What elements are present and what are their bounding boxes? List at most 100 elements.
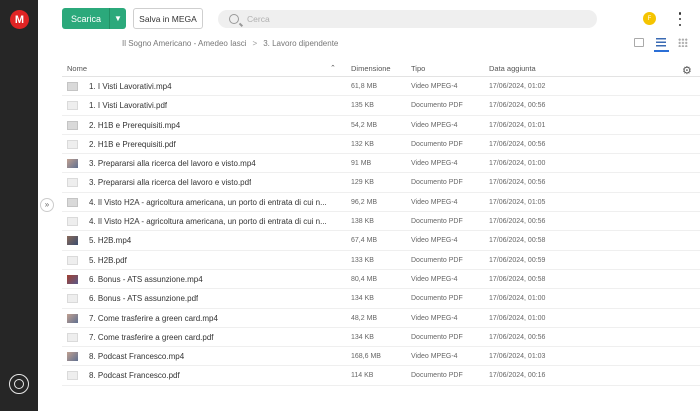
video-thumbnail-icon	[67, 159, 78, 169]
file-date: 17/06/2024, 01:00	[489, 160, 546, 168]
column-header-name[interactable]: Nome	[67, 64, 87, 73]
table-row[interactable]: 1. I Visti Lavorativi.pdf 135 KB Documento…	[62, 96, 700, 116]
video-thumbnail-icon	[67, 313, 78, 323]
file-type: Documento PDF	[411, 333, 463, 341]
file-type: Video MPEG-4	[411, 237, 458, 245]
file-name: 1. I Visti Lavorativi.pdf	[89, 101, 168, 111]
file-date: 17/06/2024, 00:16	[489, 372, 546, 380]
file-date: 17/06/2024, 01:00	[489, 314, 546, 322]
save-to-mega-button[interactable]: Salva in MEGA	[133, 8, 203, 29]
table-row[interactable]: 8. Podcast Francesco.mp4 168,6 MB Video MP…	[62, 347, 700, 367]
table-row[interactable]: 7. Come trasferire a green card.pdf 134 K…	[62, 328, 700, 348]
view-switcher	[634, 38, 688, 47]
table-body: 1. I Visti Lavorativi.mp4 61,8 MB Video MP…	[62, 77, 700, 386]
table-row[interactable]: 8. Podcast Francesco.pdf 114 KB Documento …	[62, 366, 700, 386]
file-date: 17/06/2024, 00:56	[489, 218, 546, 226]
file-date: 17/06/2024, 00:58	[489, 237, 546, 245]
breadcrumb-item-root[interactable]: Il Sogno Americano - Amedeo Iasci	[122, 39, 247, 48]
sort-ascending-icon[interactable]: ⌃	[330, 64, 336, 72]
file-type: Video MPEG-4	[411, 160, 458, 168]
file-name: 2. H1B e Prerequisiti.mp4	[89, 120, 181, 130]
table-row[interactable]: 2. H1B e Prerequisiti.mp4 54,2 MB Video MP…	[62, 116, 700, 135]
file-name: 5. H2B.mp4	[89, 236, 132, 246]
table-row[interactable]: 4. Il Visto H2A - agricoltura americana,…	[62, 212, 700, 232]
file-type: Video MPEG-4	[411, 353, 458, 361]
table-row[interactable]: 6. Bonus - ATS assunzione.mp4 80,4 MB Vide…	[62, 270, 700, 290]
file-size: 61,8 MB	[351, 83, 378, 90]
file-type: Video MPEG-4	[411, 121, 458, 129]
file-date: 17/06/2024, 00:56	[489, 179, 546, 187]
file-name: 6. Bonus - ATS assunzione.pdf	[89, 294, 199, 304]
table-header: Nome ⌃ Dimensione Tipo Data aggiunta ⚙	[62, 59, 700, 77]
file-type: Video MPEG-4	[411, 275, 458, 283]
video-thumbnail-icon	[67, 197, 78, 207]
file-type: Video MPEG-4	[411, 198, 458, 206]
pdf-thumbnail-icon	[67, 371, 78, 381]
file-name: 5. H2B.pdf	[89, 255, 127, 265]
file-size: 48,2 MB	[351, 314, 378, 322]
file-type: Video MPEG-4	[411, 314, 458, 322]
file-name: 7. Come trasferire a green card.mp4	[89, 313, 218, 323]
column-header-type[interactable]: Tipo	[411, 64, 425, 73]
pdf-thumbnail-icon	[67, 255, 78, 265]
left-rail: M	[0, 0, 38, 411]
file-size: 80,4 MB	[351, 275, 378, 283]
file-name: 7. Come trasferire a green card.pdf	[89, 332, 214, 342]
table-row[interactable]: 5. H2B.pdf 133 KB Documento PDF 17/06/2024,…	[62, 251, 700, 270]
table-row[interactable]: 5. H2B.mp4 67,4 MB Video MPEG-4 17/06/2024,…	[62, 231, 700, 251]
file-type: Documento PDF	[411, 295, 463, 303]
table-row[interactable]: 7. Come trasferire a green card.mp4 48,2 …	[62, 309, 700, 328]
file-type: Documento PDF	[411, 218, 463, 226]
table-row[interactable]: 4. Il Visto H2A - agricoltura americana,…	[62, 193, 700, 213]
pdf-thumbnail-icon	[67, 217, 78, 227]
column-header-size[interactable]: Dimensione	[351, 64, 391, 73]
file-name: 1. I Visti Lavorativi.mp4	[89, 82, 172, 91]
gear-icon[interactable]: ⚙	[682, 64, 692, 77]
file-type: Documento PDF	[411, 256, 463, 264]
video-thumbnail-icon	[67, 120, 78, 130]
file-date: 17/06/2024, 00:58	[489, 275, 546, 283]
avatar[interactable]: F	[643, 12, 656, 25]
file-name: 2. H1B e Prerequisiti.pdf	[89, 139, 176, 149]
file-size: 134 KB	[351, 295, 374, 303]
file-date: 17/06/2024, 00:56	[489, 102, 546, 110]
table-row[interactable]: 6. Bonus - ATS assunzione.pdf 134 KB Docum…	[62, 289, 700, 309]
transfer-status-icon[interactable]	[9, 374, 29, 394]
active-view-indicator	[654, 50, 669, 52]
file-size: 54,2 MB	[351, 121, 378, 129]
search-icon	[229, 14, 239, 24]
file-date: 17/06/2024, 01:03	[489, 353, 546, 361]
file-size: 129 KB	[351, 179, 374, 187]
thumbnail-view-icon[interactable]	[634, 38, 644, 47]
mega-logo-icon[interactable]: M	[10, 10, 29, 29]
table-row[interactable]: 2. H1B e Prerequisiti.pdf 132 KB Documento…	[62, 135, 700, 155]
column-header-date[interactable]: Data aggiunta	[489, 64, 536, 73]
file-date: 17/06/2024, 00:56	[489, 140, 546, 148]
file-size: 134 KB	[351, 333, 374, 341]
expand-sidebar-icon[interactable]: »	[40, 198, 54, 212]
grid-view-icon[interactable]	[678, 38, 688, 47]
file-size: 133 KB	[351, 256, 374, 264]
video-thumbnail-icon	[67, 236, 78, 246]
pdf-thumbnail-icon	[67, 101, 78, 111]
table-row[interactable]: 1. I Visti Lavorativi.mp4 61,8 MB Video MP…	[62, 77, 700, 97]
file-type: Documento PDF	[411, 102, 463, 110]
more-options-icon[interactable]	[678, 12, 682, 26]
table-row[interactable]: 3. Prepararsi alla ricerca del lavoro e …	[62, 173, 700, 193]
table-row[interactable]: 3. Prepararsi alla ricerca del lavoro e …	[62, 154, 700, 174]
video-thumbnail-icon	[67, 82, 78, 91]
list-view-icon[interactable]	[656, 38, 666, 47]
search-input[interactable]	[247, 14, 547, 24]
file-size: 114 KB	[351, 372, 374, 380]
file-name: 4. Il Visto H2A - agricoltura americana,…	[89, 217, 327, 227]
pdf-thumbnail-icon	[67, 294, 78, 304]
download-button-label: Scarica	[71, 13, 102, 24]
download-button[interactable]: Scarica ▼	[62, 8, 126, 29]
file-name: 3. Prepararsi alla ricerca del lavoro e …	[89, 159, 256, 169]
file-name: 8. Podcast Francesco.mp4	[89, 352, 185, 362]
video-thumbnail-icon	[67, 274, 78, 284]
chevron-down-icon[interactable]: ▼	[109, 8, 126, 29]
file-type: Video MPEG-4	[411, 83, 458, 90]
file-size: 132 KB	[351, 140, 374, 148]
search-bar[interactable]	[218, 10, 597, 28]
